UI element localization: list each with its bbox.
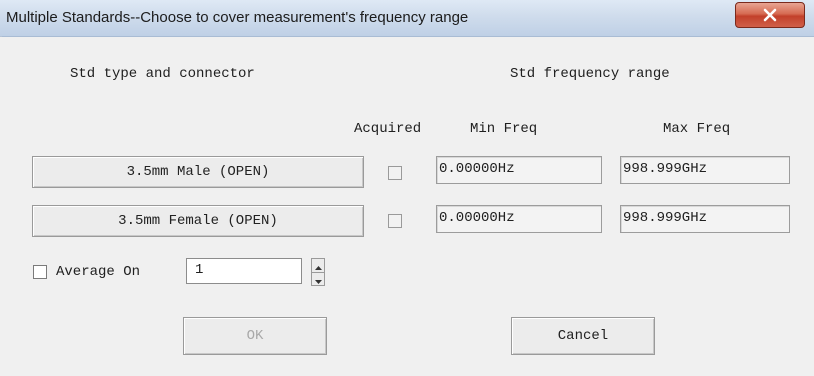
min-freq-field-female-open[interactable]: 0.00000Hz bbox=[436, 205, 602, 233]
spin-down-button[interactable] bbox=[312, 272, 324, 286]
min-freq-field-male-open[interactable]: 0.00000Hz bbox=[436, 156, 602, 184]
acquired-checkbox-male-open[interactable] bbox=[388, 166, 402, 180]
std-range-header: Std frequency range bbox=[510, 66, 670, 82]
standard-button-male-open[interactable]: 3.5mm Male (OPEN) bbox=[32, 156, 364, 188]
max-freq-header: Max Freq bbox=[663, 121, 731, 137]
average-on-checkbox[interactable] bbox=[33, 265, 47, 279]
close-button[interactable] bbox=[735, 2, 805, 28]
min-freq-header: Min Freq bbox=[470, 121, 538, 137]
title-bar: Multiple Standards--Choose to cover meas… bbox=[0, 0, 814, 37]
cancel-button[interactable]: Cancel bbox=[511, 317, 655, 355]
arrow-down-icon bbox=[314, 271, 322, 289]
max-freq-field-female-open[interactable]: 998.999GHz bbox=[620, 205, 790, 233]
acquired-checkbox-female-open[interactable] bbox=[388, 214, 402, 228]
average-count-input[interactable]: 1 bbox=[186, 258, 302, 284]
average-on-label: Average On bbox=[56, 264, 141, 280]
close-icon bbox=[763, 8, 777, 22]
average-count-spinner[interactable] bbox=[311, 258, 325, 286]
std-type-header: Std type and connector bbox=[70, 66, 255, 82]
standard-button-female-open[interactable]: 3.5mm Female (OPEN) bbox=[32, 205, 364, 237]
acquired-header: Acquired bbox=[354, 121, 422, 137]
dialog-body: Std type and connector Std frequency ran… bbox=[0, 37, 814, 376]
ok-button[interactable]: OK bbox=[183, 317, 327, 355]
window-title: Multiple Standards--Choose to cover meas… bbox=[6, 9, 469, 26]
max-freq-field-male-open[interactable]: 998.999GHz bbox=[620, 156, 790, 184]
